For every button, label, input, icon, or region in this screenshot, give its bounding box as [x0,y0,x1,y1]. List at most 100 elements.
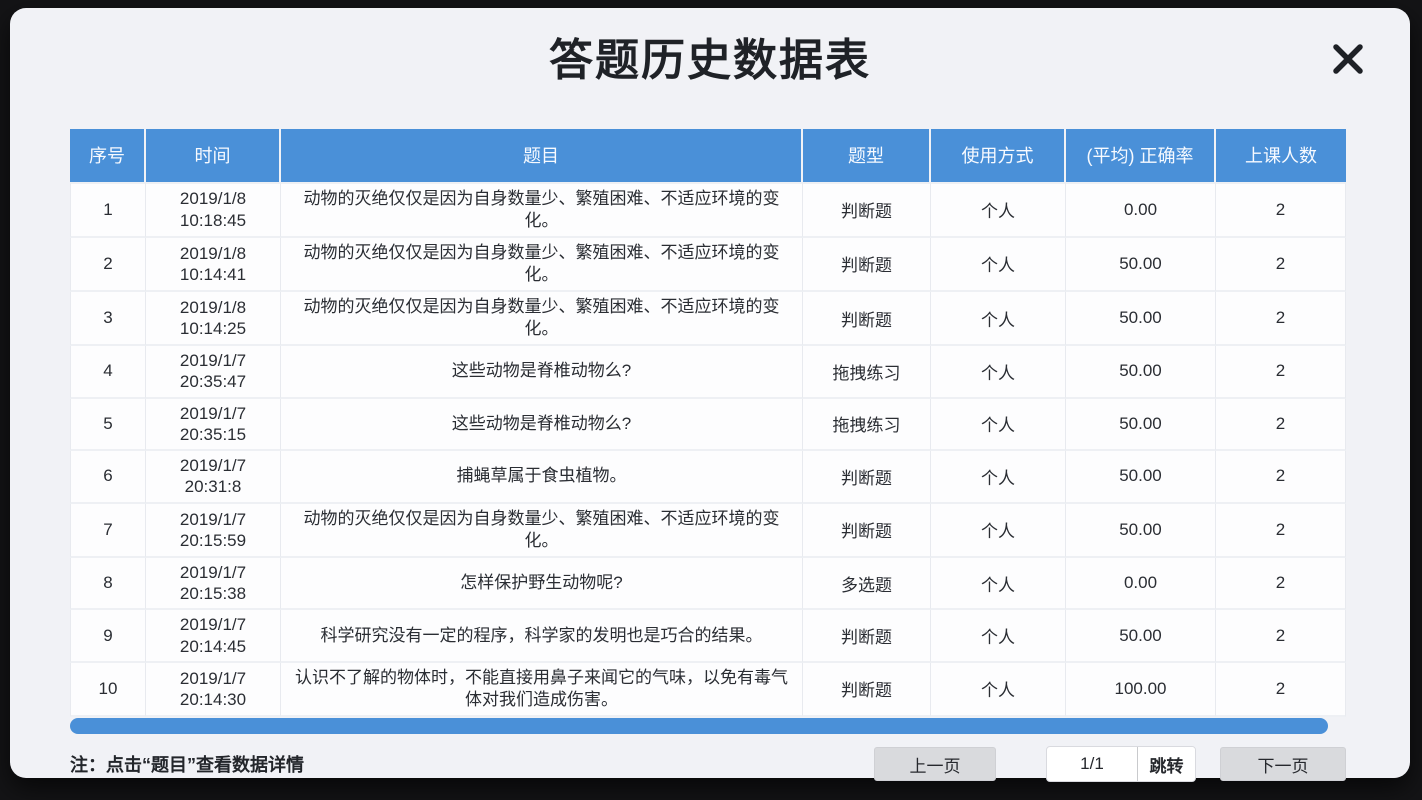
cell-type: 判断题 [803,182,931,238]
cell-usage: 个人 [931,663,1066,717]
next-page-button[interactable]: 下一页 [1220,747,1346,781]
cell-type: 判断题 [803,663,931,717]
cell-time: 2019/1/810:14:41 [146,238,281,292]
cell-time: 2019/1/720:14:30 [146,663,281,717]
cell-accuracy: 0.00 [1066,558,1216,611]
cell-students: 2 [1216,558,1346,611]
table-row: 22019/1/810:14:41动物的灭绝仅仅是因为自身数量少、繁殖困难、不适… [70,238,1346,292]
table-row: 62019/1/720:31:8捕蝇草属于食虫植物。判断题个人50.002 [70,451,1346,504]
column-header-index: 序号 [70,129,146,182]
cell-type: 多选题 [803,558,931,611]
cell-usage: 个人 [931,504,1066,558]
table-header-row: 序号时间题目题型使用方式(平均) 正确率上课人数 [70,129,1346,182]
column-header-time: 时间 [146,129,281,182]
cell-type: 判断题 [803,610,931,663]
cell-type: 判断题 [803,292,931,346]
cell-students: 2 [1216,182,1346,238]
cell-time: 2019/1/720:15:38 [146,558,281,611]
cell-question[interactable]: 动物的灭绝仅仅是因为自身数量少、繁殖困难、不适应环境的变化。 [281,292,803,346]
cell-usage: 个人 [931,399,1066,452]
page-jump-group: 1/1 跳转 [1046,746,1196,782]
cell-index: 1 [70,182,146,238]
cell-question[interactable]: 怎样保护野生动物呢? [281,558,803,611]
cell-usage: 个人 [931,451,1066,504]
cell-usage: 个人 [931,292,1066,346]
column-header-type: 题型 [803,129,931,182]
cell-type: 判断题 [803,504,931,558]
cell-accuracy: 100.00 [1066,663,1216,717]
cell-question[interactable]: 这些动物是脊椎动物么? [281,399,803,452]
cell-students: 2 [1216,504,1346,558]
cell-index: 2 [70,238,146,292]
cell-accuracy: 0.00 [1066,182,1216,238]
cell-usage: 个人 [931,610,1066,663]
cell-accuracy: 50.00 [1066,610,1216,663]
cell-accuracy: 50.00 [1066,238,1216,292]
cell-index: 9 [70,610,146,663]
cell-question[interactable]: 科学研究没有一定的程序，科学家的发明也是巧合的结果。 [281,610,803,663]
cell-index: 10 [70,663,146,717]
page-title: 答题历史数据表 [70,8,1350,87]
cell-usage: 个人 [931,182,1066,238]
answer-history-dialog: 答题历史数据表 序号时间题目题型使用方式(平均) 正确率上课人数 12019/1… [10,8,1410,778]
cell-students: 2 [1216,663,1346,717]
horizontal-scrollbar-track[interactable] [70,717,1346,734]
cell-index: 7 [70,504,146,558]
cell-time: 2019/1/720:35:15 [146,399,281,452]
table-row: 102019/1/720:14:30认识不了解的物体时，不能直接用鼻子来闻它的气… [70,663,1346,717]
cell-time: 2019/1/810:14:25 [146,292,281,346]
cell-accuracy: 50.00 [1066,346,1216,399]
cell-type: 判断题 [803,238,931,292]
table-row: 52019/1/720:35:15这些动物是脊椎动物么?拖拽练习个人50.002 [70,399,1346,452]
cell-time: 2019/1/720:15:59 [146,504,281,558]
cell-question[interactable]: 动物的灭绝仅仅是因为自身数量少、繁殖困难、不适应环境的变化。 [281,182,803,238]
table-row: 82019/1/720:15:38怎样保护野生动物呢?多选题个人0.002 [70,558,1346,611]
footer-bar: 注：点击“题目”查看数据详情 上一页 1/1 跳转 下一页 [70,746,1346,782]
jump-button[interactable]: 跳转 [1137,747,1195,781]
cell-index: 5 [70,399,146,452]
table-row: 12019/1/810:18:45动物的灭绝仅仅是因为自身数量少、繁殖困难、不适… [70,182,1346,238]
cell-question[interactable]: 动物的灭绝仅仅是因为自身数量少、繁殖困难、不适应环境的变化。 [281,504,803,558]
cell-accuracy: 50.00 [1066,292,1216,346]
cell-usage: 个人 [931,558,1066,611]
cell-students: 2 [1216,292,1346,346]
cell-question[interactable]: 这些动物是脊椎动物么? [281,346,803,399]
cell-index: 3 [70,292,146,346]
cell-students: 2 [1216,451,1346,504]
horizontal-scrollbar-thumb[interactable] [70,718,1328,734]
cell-type: 判断题 [803,451,931,504]
cell-accuracy: 50.00 [1066,504,1216,558]
cell-students: 2 [1216,346,1346,399]
close-icon [1327,38,1369,83]
cell-question[interactable]: 动物的灭绝仅仅是因为自身数量少、繁殖困难、不适应环境的变化。 [281,238,803,292]
cell-time: 2019/1/720:31:8 [146,451,281,504]
footer-note: 注：点击“题目”查看数据详情 [70,751,874,777]
column-header-usage: 使用方式 [931,129,1066,182]
cell-accuracy: 50.00 [1066,399,1216,452]
cell-accuracy: 50.00 [1066,451,1216,504]
cell-type: 拖拽练习 [803,399,931,452]
page-indicator: 1/1 [1047,747,1137,781]
table-row: 92019/1/720:14:45科学研究没有一定的程序，科学家的发明也是巧合的… [70,610,1346,663]
cell-time: 2019/1/720:14:45 [146,610,281,663]
close-button[interactable] [1324,36,1372,84]
table-row: 32019/1/810:14:25动物的灭绝仅仅是因为自身数量少、繁殖困难、不适… [70,292,1346,346]
history-table-container: 序号时间题目题型使用方式(平均) 正确率上课人数 12019/1/810:18:… [70,129,1350,717]
cell-type: 拖拽练习 [803,346,931,399]
cell-index: 4 [70,346,146,399]
cell-question[interactable]: 捕蝇草属于食虫植物。 [281,451,803,504]
cell-time: 2019/1/810:18:45 [146,182,281,238]
column-header-accuracy: (平均) 正确率 [1066,129,1216,182]
cell-index: 6 [70,451,146,504]
table-row: 72019/1/720:15:59动物的灭绝仅仅是因为自身数量少、繁殖困难、不适… [70,504,1346,558]
column-header-students: 上课人数 [1216,129,1346,182]
cell-usage: 个人 [931,238,1066,292]
cell-students: 2 [1216,238,1346,292]
cell-usage: 个人 [931,346,1066,399]
cell-students: 2 [1216,610,1346,663]
prev-page-button[interactable]: 上一页 [874,747,996,781]
cell-index: 8 [70,558,146,611]
column-header-question: 题目 [281,129,803,182]
cell-question[interactable]: 认识不了解的物体时，不能直接用鼻子来闻它的气味，以免有毒气体对我们造成伤害。 [281,663,803,717]
history-table: 序号时间题目题型使用方式(平均) 正确率上课人数 12019/1/810:18:… [70,129,1346,717]
